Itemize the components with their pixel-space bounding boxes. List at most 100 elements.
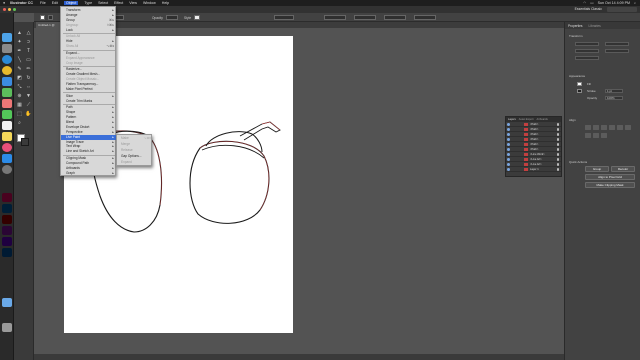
target-icon[interactable] <box>556 168 559 171</box>
direct-selection-tool-icon[interactable]: △ <box>25 30 32 37</box>
menu-help[interactable]: Help <box>162 1 169 5</box>
appearance-fill-swatch[interactable] <box>577 82 582 86</box>
selection-tool-icon[interactable]: ▲ <box>16 30 23 37</box>
visibility-icon[interactable] <box>507 158 510 161</box>
transform-h-field[interactable] <box>605 49 629 53</box>
fill-swatch[interactable] <box>40 15 45 20</box>
distribute-2-icon[interactable] <box>593 133 599 138</box>
stroke-swatch[interactable] <box>48 15 53 20</box>
menu-effect[interactable]: Effect <box>114 1 123 5</box>
target-icon[interactable] <box>556 128 559 131</box>
indesign-icon[interactable] <box>2 193 12 202</box>
visibility-icon[interactable] <box>507 123 510 126</box>
launchpad-icon[interactable] <box>2 44 12 53</box>
music-icon[interactable] <box>2 143 12 152</box>
visibility-icon[interactable] <box>507 163 510 166</box>
rectangle-tool-icon[interactable]: ▭ <box>25 57 32 64</box>
scale-tool-icon[interactable]: ⤡ <box>16 84 23 91</box>
trash-icon[interactable] <box>2 323 12 332</box>
align-bottom-icon[interactable] <box>625 125 631 130</box>
target-icon[interactable] <box>556 133 559 136</box>
magic-wand-tool-icon[interactable]: ✦ <box>16 39 23 46</box>
layer-row[interactable]: Layer 1 <box>506 167 561 172</box>
submenu-item-make[interactable]: Make ⌥⌘X <box>117 136 153 141</box>
pen-tool-icon[interactable]: ✒ <box>16 48 23 55</box>
folder-icon[interactable] <box>2 298 12 307</box>
recolor-button[interactable]: Recolor <box>611 166 635 172</box>
mail-icon[interactable] <box>2 77 12 86</box>
tab-layers[interactable]: Layers <box>508 118 516 121</box>
target-icon[interactable] <box>556 153 559 156</box>
messages-icon[interactable] <box>2 110 12 119</box>
photoshop-icon[interactable] <box>2 204 12 213</box>
zoom-tool-icon[interactable]: ⌕ <box>16 120 23 127</box>
target-icon[interactable] <box>556 163 559 166</box>
finder-icon[interactable] <box>2 33 12 42</box>
group-button[interactable]: Group <box>585 166 609 172</box>
clock[interactable]: Sun Oct 14 4:09 PM <box>598 1 630 5</box>
submenu-item-merge[interactable]: Merge <box>117 142 153 147</box>
hand-tool-icon[interactable]: ✋ <box>25 111 32 118</box>
align-top-icon[interactable] <box>609 125 615 130</box>
eyedropper-tool-icon[interactable]: ⟋ <box>25 102 32 109</box>
pencil-tool-icon[interactable]: ✏ <box>25 66 32 73</box>
appstore-icon[interactable] <box>2 154 12 163</box>
premiere-icon[interactable] <box>2 226 12 235</box>
target-icon[interactable] <box>556 148 559 151</box>
align-center-icon[interactable] <box>593 125 599 130</box>
target-icon[interactable] <box>556 158 559 161</box>
tab-libraries[interactable]: Libraries <box>589 24 601 28</box>
artboard-tool-icon[interactable]: ⬚ <box>16 111 23 118</box>
transform-w-field[interactable] <box>605 42 629 46</box>
target-icon[interactable] <box>556 138 559 141</box>
app-menu[interactable]: Illustrator CC <box>10 1 33 5</box>
live-paint-bucket-icon[interactable]: ▼ <box>25 93 32 100</box>
paintbrush-tool-icon[interactable]: ✎ <box>16 66 23 73</box>
calendar-icon[interactable] <box>2 121 12 130</box>
search-stock-input[interactable] <box>607 7 637 12</box>
visibility-icon[interactable] <box>507 168 510 171</box>
target-icon[interactable] <box>556 123 559 126</box>
gradient-tool-icon[interactable]: ▦ <box>16 102 23 109</box>
y-field[interactable] <box>354 15 376 20</box>
submenu-item-expand[interactable]: Expand <box>117 160 153 165</box>
transform-x-field[interactable] <box>575 42 599 46</box>
spotlight-icon[interactable]: ⌕ <box>634 1 636 5</box>
tab-asset-export[interactable]: Asset Export <box>519 118 534 121</box>
width-tool-icon[interactable]: ⇔ <box>25 84 32 91</box>
transform-angle-field[interactable] <box>575 56 599 60</box>
menu-type[interactable]: Type <box>84 1 92 5</box>
eraser-tool-icon[interactable]: ◩ <box>16 75 23 82</box>
lasso-tool-icon[interactable]: ↄ <box>25 39 32 46</box>
visibility-icon[interactable] <box>507 133 510 136</box>
x-field[interactable] <box>324 15 346 20</box>
rotate-tool-icon[interactable]: ↻ <box>25 75 32 82</box>
menu-window[interactable]: Window <box>143 1 156 5</box>
tab-properties[interactable]: Properties <box>568 24 583 28</box>
lightroom-icon[interactable] <box>2 248 12 257</box>
opacity-field[interactable] <box>166 15 178 20</box>
menu-item-graph[interactable]: Graph ▸ <box>61 171 117 176</box>
h-field[interactable] <box>414 15 436 20</box>
w-field[interactable] <box>384 15 406 20</box>
distribute-3-icon[interactable] <box>601 133 607 138</box>
target-icon[interactable] <box>556 143 559 146</box>
appearance-stroke-swatch[interactable] <box>577 89 582 93</box>
line-tool-icon[interactable]: ╲ <box>16 57 23 64</box>
maps-icon[interactable] <box>2 88 12 97</box>
visibility-icon[interactable] <box>507 138 510 141</box>
safari-icon[interactable] <box>2 55 12 64</box>
visibility-icon[interactable] <box>507 153 510 156</box>
distribute-1-icon[interactable] <box>585 133 591 138</box>
menu-file[interactable]: File <box>40 1 46 5</box>
tab-artboards[interactable]: Artboards <box>537 118 548 121</box>
transform-y-field[interactable] <box>575 49 599 53</box>
shape-builder-tool-icon[interactable]: ⊕ <box>16 93 23 100</box>
workspace-switcher[interactable]: Essentials Classic <box>575 7 602 11</box>
submenu-item-gap-options[interactable]: Gap Options... <box>117 154 153 159</box>
menu-edit[interactable]: Edit <box>52 1 58 5</box>
close-window-button[interactable] <box>3 8 6 11</box>
align-right-icon[interactable] <box>601 125 607 130</box>
align-to-pixel-grid-button[interactable]: Align to Pixel Grid <box>585 174 635 180</box>
make-clipping-mask-button[interactable]: Make Clipping Mask <box>585 182 635 188</box>
